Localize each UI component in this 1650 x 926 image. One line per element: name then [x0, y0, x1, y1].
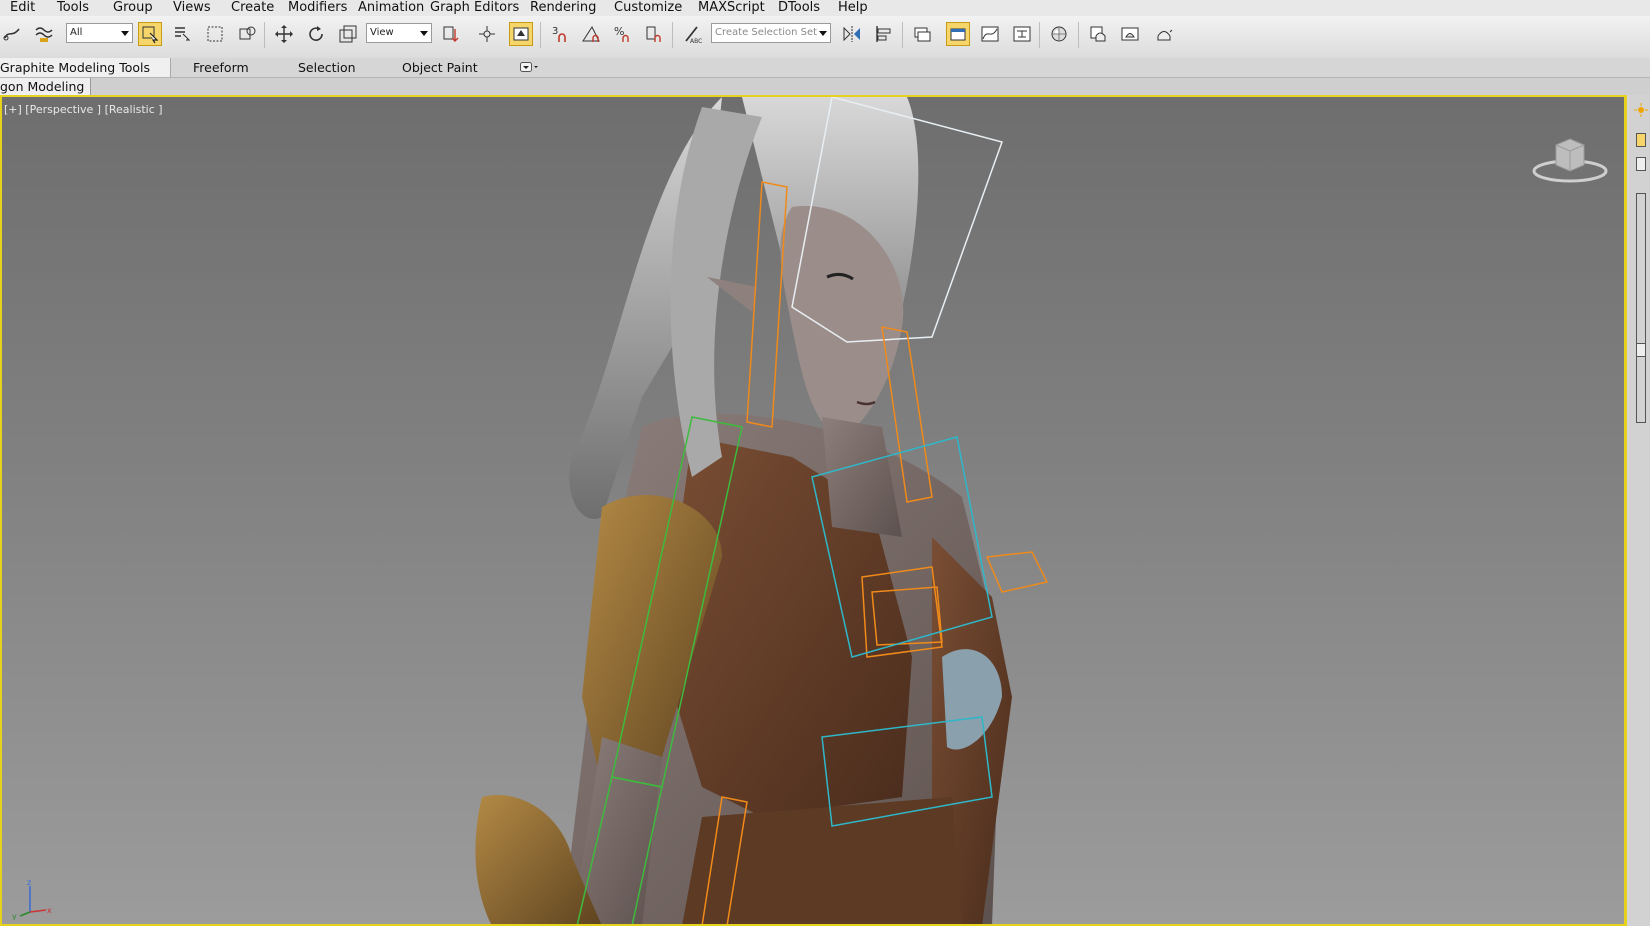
- neck: [822, 417, 902, 537]
- reference-coordinate-value: View: [370, 27, 394, 38]
- toolbar-separator: [1039, 22, 1040, 48]
- percent-snap-icon[interactable]: %: [611, 22, 635, 46]
- command-panel-tab[interactable]: [1636, 133, 1646, 147]
- perspective-viewport[interactable]: [+] [Perspective ] [Realistic ] z x y: [0, 95, 1627, 926]
- svg-text:y: y: [12, 912, 17, 920]
- ribbon-panel-row: gon Modeling: [0, 78, 1650, 95]
- rollout-panel: [1636, 193, 1646, 423]
- angle-snap-icon[interactable]: [579, 22, 603, 46]
- menu-bar: Edit Tools Group Views Create Modifiers …: [0, 0, 1650, 16]
- menu-help[interactable]: Help: [838, 0, 868, 15]
- chevron-down-icon: [420, 31, 428, 36]
- menu-create[interactable]: Create: [231, 0, 274, 15]
- window-crossing-icon[interactable]: [235, 22, 259, 46]
- edit-named-selection-icon[interactable]: ABC: [680, 22, 704, 46]
- render-production-icon[interactable]: [1152, 22, 1176, 46]
- chevron-down-icon: [121, 31, 129, 36]
- layer-manager-icon[interactable]: [910, 22, 934, 46]
- command-panel: [1630, 95, 1650, 926]
- toolbar-separator: [672, 22, 673, 48]
- svg-text:3: 3: [552, 26, 558, 37]
- tab-selection[interactable]: Selection: [298, 58, 356, 77]
- align-icon[interactable]: [872, 22, 896, 46]
- selection-filter-value: All: [70, 27, 83, 38]
- svg-text:x: x: [47, 906, 52, 915]
- menu-customize[interactable]: Customize: [614, 0, 682, 15]
- tab-polygon-modeling[interactable]: gon Modeling: [0, 78, 92, 95]
- bind-space-warp-icon[interactable]: [32, 22, 56, 46]
- named-selection-set-dropdown[interactable]: Create Selection Set: [711, 23, 831, 43]
- menu-views[interactable]: Views: [173, 0, 211, 15]
- schematic-view-icon[interactable]: [1010, 22, 1034, 46]
- tab-graphite-modeling-tools[interactable]: Graphite Modeling Tools: [0, 58, 171, 77]
- select-object-icon[interactable]: [138, 22, 162, 46]
- material-editor-icon[interactable]: [1047, 22, 1071, 46]
- reference-coordinate-dropdown[interactable]: View: [366, 23, 432, 43]
- toolbar-separator: [902, 22, 903, 48]
- menu-maxscript[interactable]: MAXScript: [698, 0, 765, 15]
- snap-toggle-icon[interactable]: 3: [548, 22, 572, 46]
- menu-animation[interactable]: Animation: [358, 0, 424, 15]
- named-selection-set-placeholder: Create Selection Set: [715, 27, 818, 38]
- command-panel-field[interactable]: [1636, 157, 1646, 171]
- pivot-center-icon[interactable]: [439, 22, 463, 46]
- main-toolbar: All View 3 % ABC Create Selection Set: [0, 16, 1650, 59]
- ribbon-options-icon[interactable]: [520, 61, 540, 73]
- selection-filter-dropdown[interactable]: All: [66, 23, 133, 43]
- rotate-icon[interactable]: [304, 22, 328, 46]
- menu-tools[interactable]: Tools: [57, 0, 89, 15]
- keyboard-shortcut-override-icon[interactable]: [509, 22, 533, 46]
- menu-modifiers[interactable]: Modifiers: [288, 0, 347, 15]
- select-manipulate-icon[interactable]: [475, 22, 499, 46]
- clavicle-bone: [985, 551, 1049, 593]
- menu-graph-editors[interactable]: Graph Editors: [430, 0, 519, 15]
- move-icon[interactable]: [272, 22, 296, 46]
- ribbon-tabs: Graphite Modeling Tools Freeform Selecti…: [0, 58, 1650, 78]
- menu-edit[interactable]: Edit: [10, 0, 35, 15]
- chevron-down-icon: [819, 31, 827, 36]
- scale-icon[interactable]: [336, 22, 360, 46]
- menu-dtools[interactable]: DTools: [778, 0, 820, 15]
- sun-icon[interactable]: [1634, 103, 1648, 117]
- menu-group[interactable]: Group: [113, 0, 153, 15]
- rollout-toggle[interactable]: [1636, 343, 1646, 357]
- viewport-label[interactable]: [+] [Perspective ] [Realistic ]: [4, 103, 163, 116]
- rectangular-selection-icon[interactable]: [203, 22, 227, 46]
- tab-object-paint[interactable]: Object Paint: [402, 58, 478, 77]
- rendered-frame-window-icon[interactable]: [1118, 22, 1142, 46]
- mirror-icon[interactable]: [840, 22, 864, 46]
- toolbar-separator: [264, 22, 265, 48]
- belt: [682, 797, 962, 924]
- render-setup-icon[interactable]: [1086, 22, 1110, 46]
- graphite-modeling-toggle-icon[interactable]: [946, 22, 970, 46]
- svg-text:z: z: [27, 878, 31, 887]
- menu-rendering[interactable]: Rendering: [530, 0, 596, 15]
- svg-text:ABC: ABC: [690, 38, 702, 44]
- toolbar-separator: [540, 22, 541, 48]
- axis-tripod-icon: z x y: [10, 876, 54, 921]
- viewcube-icon[interactable]: [1530, 131, 1610, 187]
- link-icon[interactable]: [0, 22, 24, 46]
- select-by-name-icon[interactable]: [170, 22, 194, 46]
- tab-freeform[interactable]: Freeform: [193, 58, 249, 77]
- toolbar-separator: [1078, 22, 1079, 48]
- character-model-render: [475, 97, 1049, 924]
- curve-editor-icon[interactable]: [978, 22, 1002, 46]
- spinner-snap-icon[interactable]: [642, 22, 666, 46]
